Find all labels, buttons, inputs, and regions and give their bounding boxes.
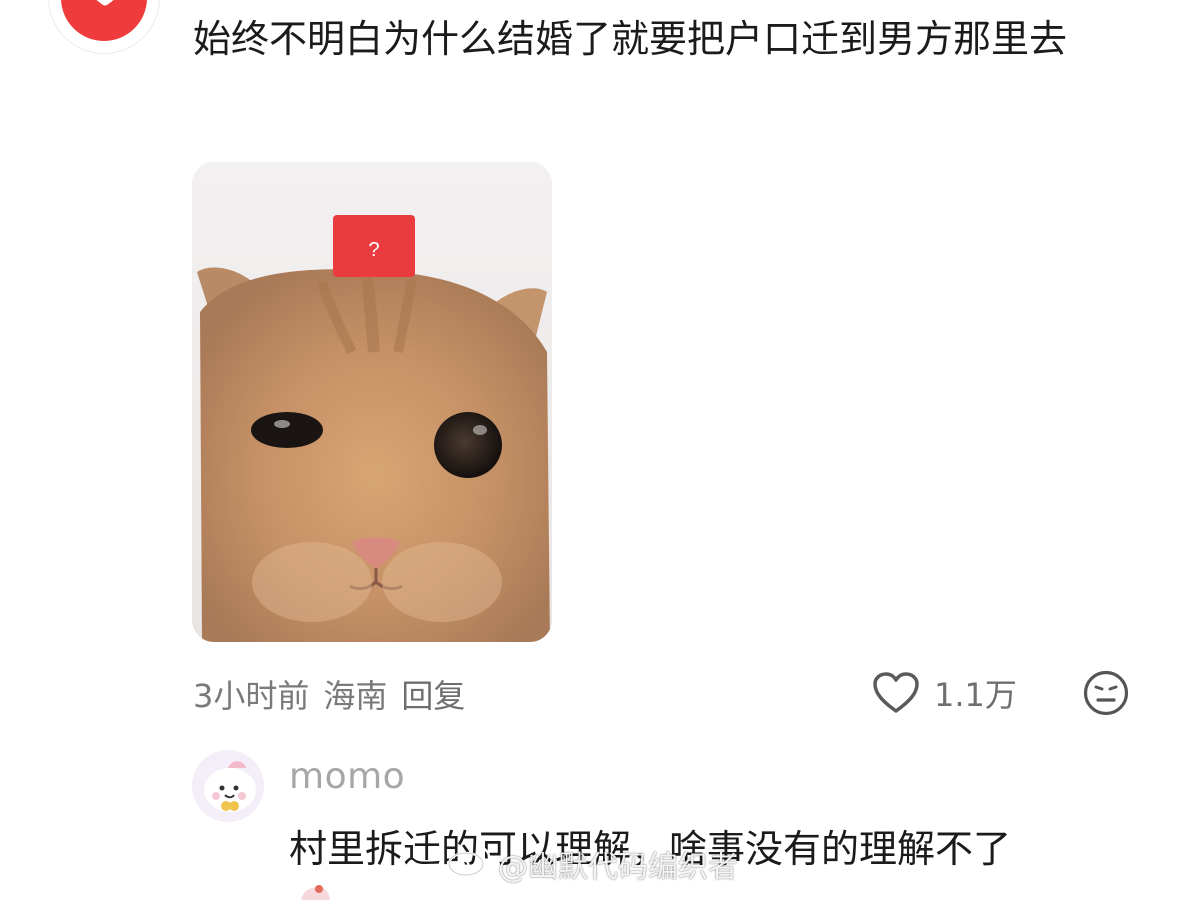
comment-meta: 3小时前 海南 回复 bbox=[193, 672, 465, 716]
next-reply-avatar bbox=[301, 885, 330, 900]
comment-image[interactable]: ? bbox=[192, 162, 552, 642]
comment-text: 始终不明白为什么结婚了就要把户口迁到男方那里去 bbox=[193, 17, 1068, 61]
reply-avatar[interactable] bbox=[192, 750, 264, 822]
reply-button[interactable]: 回复 bbox=[401, 671, 465, 717]
comment-location: 海南 bbox=[323, 677, 388, 715]
play-icon bbox=[61, 0, 147, 41]
like-button[interactable]: 1.1万 bbox=[872, 668, 1017, 718]
heart-icon bbox=[873, 672, 919, 713]
watermark-text: @幽默代码编织者 bbox=[498, 850, 738, 885]
comment-time: 3小时前 bbox=[193, 677, 310, 715]
top-user-avatar[interactable] bbox=[48, 0, 160, 54]
neutral-face-icon[interactable] bbox=[1083, 670, 1129, 716]
reply-username[interactable]: momo bbox=[289, 756, 405, 797]
weibo-icon bbox=[447, 846, 491, 877]
like-count: 1.1万 bbox=[934, 676, 1017, 714]
sign-text: ? bbox=[368, 239, 379, 261]
